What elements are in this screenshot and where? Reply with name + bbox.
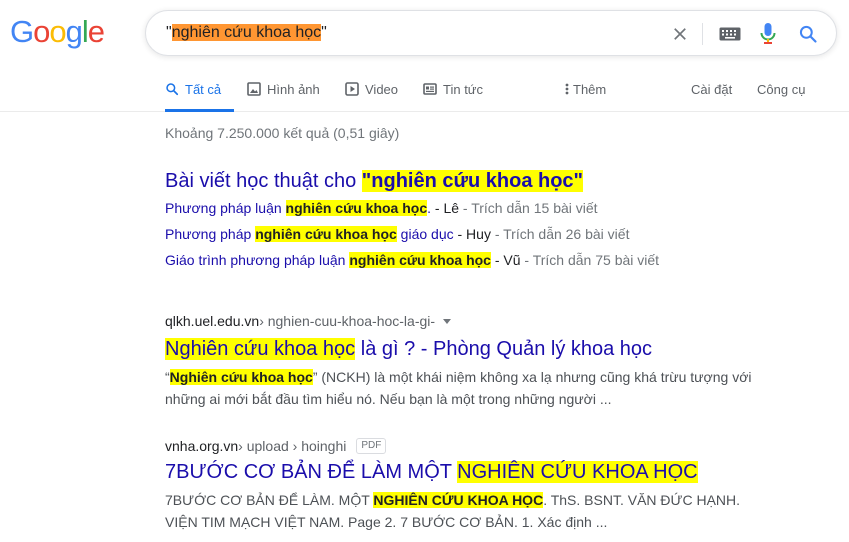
scholar-author[interactable]: - Lê [431, 200, 459, 216]
pdf-badge: PDF [356, 438, 387, 454]
result-title-text: 7BƯỚC CƠ BẢN ĐỂ LÀM MỘT [165, 461, 458, 483]
result-domain: vnha.org.vn [165, 438, 239, 454]
logo-letter: g [65, 14, 83, 49]
snippet-text: “ [165, 369, 170, 385]
google-logo[interactable]: Google [10, 14, 105, 50]
search-icon[interactable] [796, 22, 820, 46]
scholar-title[interactable]: Bài viết học thuật cho "nghiên cứu khoa … [165, 170, 584, 193]
snippet-highlight: NGHIÊN CỨU KHOA HỌC [373, 492, 544, 508]
result-snippet: 7BƯỚC CƠ BẢN ĐỂ LÀM. MỘT NGHIÊN CỨU KHOA… [165, 489, 765, 533]
caret-down-icon[interactable] [443, 318, 452, 324]
scholar-text: giáo dục [396, 226, 454, 242]
search-icon [165, 82, 179, 96]
result-title-highlight: NGHIÊN CỨU KHOA HỌC [457, 461, 698, 483]
logo-letter: o [33, 14, 50, 49]
scholar-highlight: nghiên cứu khoa học [255, 226, 397, 242]
tab-tools[interactable]: Công cụ [757, 66, 805, 112]
tab-label: Công cụ [757, 81, 806, 97]
result-title[interactable]: Nghiên cứu khoa học là gì ? - Phòng Quản… [165, 338, 652, 361]
search-divider [702, 23, 703, 45]
tab-settings[interactable]: Cài đặt [691, 66, 732, 112]
scholar-cited[interactable]: - Trích dẫn 75 bài viết [521, 252, 659, 268]
scholar-text: Phương pháp luận [165, 200, 286, 216]
query-quote: " [321, 24, 327, 41]
scholar-link[interactable]: Phương pháp luận nghiên cứu khoa học. [165, 200, 431, 216]
more-vert-icon [565, 82, 569, 96]
microphone-icon[interactable] [756, 22, 780, 46]
logo-letter: e [87, 14, 105, 49]
tab-label: Hình ảnh [267, 81, 320, 97]
image-icon [247, 82, 261, 96]
tab-label: Cài đặt [691, 81, 733, 97]
scholar-link[interactable]: Giáo trình phương pháp luận nghiên cứu k… [165, 252, 491, 268]
search-box[interactable]: "nghiên cứu khoa học" [145, 10, 837, 56]
scholar-text: Phương pháp [165, 226, 256, 242]
tab-video[interactable]: Video [345, 66, 398, 112]
scholar-link[interactable]: Phương pháp nghiên cứu khoa học giáo dục [165, 226, 454, 242]
scholar-title-highlight: "nghiên cứu khoa học" [361, 170, 584, 192]
result-cite[interactable]: qlkh.uel.edu.vn › nghien-cuu-khoa-hoc-la… [165, 313, 452, 329]
close-icon[interactable] [668, 22, 692, 46]
video-icon [345, 82, 359, 96]
result-path: › nghien-cuu-khoa-hoc-la-gi- [259, 313, 436, 329]
tab-label: Thêm [573, 81, 607, 97]
tab-all[interactable]: Tất cả [165, 66, 234, 112]
tab-images[interactable]: Hình ảnh [247, 66, 320, 112]
snippet-text: 7BƯỚC CƠ BẢN ĐỂ LÀM. MỘT [165, 492, 374, 508]
search-tabs: Tất cả Hình ảnh Video Tin tức Thêm Cài đ… [0, 66, 849, 112]
search-input[interactable]: "nghiên cứu khoa học" [166, 24, 327, 42]
result-domain: qlkh.uel.edu.vn [165, 313, 260, 329]
tab-news[interactable]: Tin tức [423, 66, 483, 112]
keyboard-icon[interactable] [718, 22, 742, 46]
logo-letter: o [49, 14, 66, 49]
scholar-highlight: nghiên cứu khoa học [349, 252, 491, 268]
query-quote: " [166, 24, 172, 41]
result-snippet: “Nghiên cứu khoa học” (NCKH) là một khái… [165, 366, 765, 410]
query-highlight: nghiên cứu khoa học [171, 24, 322, 41]
tab-label: Video [365, 81, 399, 97]
tab-more[interactable]: Thêm [565, 66, 606, 112]
logo-letter: G [10, 14, 34, 49]
snippet-highlight: Nghiên cứu khoa học [169, 369, 313, 385]
result-path: › upload › hoinghi [238, 438, 347, 454]
result-stats: Khoảng 7.250.000 kết quả (0,51 giây) [165, 125, 400, 141]
scholar-item: Giáo trình phương pháp luận nghiên cứu k… [165, 252, 659, 268]
result-cite[interactable]: vnha.org.vn › upload › hoinghi PDF [165, 438, 387, 454]
result-title-text: là gì ? - Phòng Quản lý khoa học [355, 338, 653, 360]
scholar-highlight: nghiên cứu khoa học [285, 200, 428, 216]
tab-label: Tin tức [443, 81, 484, 97]
result-title[interactable]: 7BƯỚC CƠ BẢN ĐỂ LÀM MỘT NGHIÊN CỨU KHOA … [165, 461, 698, 484]
scholar-cited[interactable]: - Trích dẫn 26 bài viết [491, 226, 630, 242]
scholar-text: Giáo trình phương pháp luận [165, 252, 350, 268]
scholar-author[interactable]: - Huy [454, 226, 490, 242]
tab-label: Tất cả [185, 81, 222, 97]
news-icon [423, 82, 437, 96]
scholar-title-prefix: Bài viết học thuật cho [165, 170, 362, 192]
scholar-cited[interactable]: - Trích dẫn 15 bài viết [459, 200, 598, 216]
result-title-highlight: Nghiên cứu khoa học [165, 338, 356, 360]
scholar-item: Phương pháp luận nghiên cứu khoa học. - … [165, 200, 598, 216]
scholar-author[interactable]: - Vũ [491, 252, 521, 268]
scholar-item: Phương pháp nghiên cứu khoa học giáo dục… [165, 226, 629, 242]
